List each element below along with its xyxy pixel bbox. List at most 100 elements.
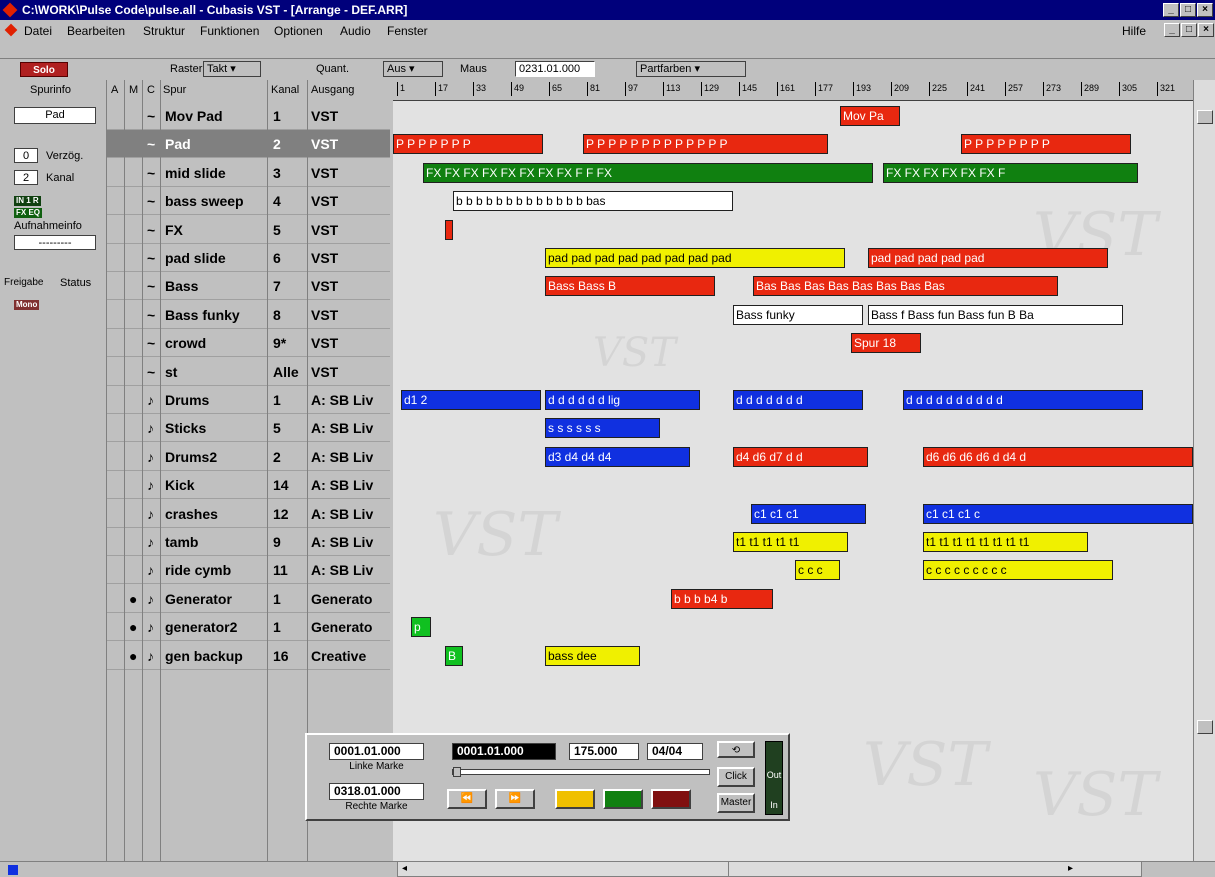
arrange-part[interactable]: Mov Pa bbox=[840, 106, 900, 126]
arrange-part[interactable]: Spur 18 bbox=[851, 333, 921, 354]
track-row[interactable]: ● ♪ Generator 1 Generato bbox=[107, 585, 390, 613]
arrange-part[interactable]: d1 2 bbox=[401, 390, 541, 410]
track-row[interactable]: ♪ ride cymb 11 A: SB Liv bbox=[107, 556, 390, 585]
scroll-right-arrow-icon[interactable]: ▸ bbox=[1068, 863, 1073, 874]
click-button[interactable]: Click bbox=[717, 767, 755, 787]
track-row[interactable]: ♪ crashes 12 A: SB Liv bbox=[107, 500, 390, 528]
arrange-part[interactable]: d6 d6 d6 d6 d d4 d bbox=[923, 446, 1193, 467]
track-row[interactable]: ~ Pad 2 VST bbox=[107, 130, 390, 159]
doc-close-button[interactable]: × bbox=[1198, 23, 1214, 37]
menu-datei[interactable]: Datei bbox=[24, 24, 52, 38]
arrange-part[interactable]: pad pad pad pad pad bbox=[868, 248, 1108, 268]
arrange-part[interactable]: bass dee bbox=[545, 645, 640, 666]
track-row[interactable]: ♪ Sticks 5 A: SB Liv bbox=[107, 414, 390, 443]
arrange-part[interactable]: B bbox=[445, 645, 463, 666]
arrange-part[interactable]: FX FX FX FX FX FX FX FX F F FX bbox=[423, 162, 873, 183]
document-icon[interactable] bbox=[4, 23, 18, 37]
track-row[interactable]: ♪ Drums 1 A: SB Liv bbox=[107, 386, 390, 414]
arrange-part[interactable]: t1 t1 t1 t1 t1 t1 t1 t1 bbox=[923, 532, 1088, 552]
delay-field[interactable]: 0 bbox=[14, 148, 38, 163]
arrange-part[interactable]: s s s s s s bbox=[545, 418, 660, 439]
position-slider[interactable] bbox=[452, 767, 710, 777]
scroll-up-button[interactable] bbox=[1197, 110, 1213, 124]
maximize-button[interactable]: □ bbox=[1180, 3, 1196, 17]
arrange-part[interactable]: Bass f Bass fun Bass fun B Ba bbox=[868, 304, 1123, 325]
arrange-part[interactable]: p bbox=[411, 617, 431, 638]
menu-funktionen[interactable]: Funktionen bbox=[200, 24, 259, 38]
arrange-part[interactable]: pad pad pad pad pad pad pad pad bbox=[545, 248, 845, 268]
record-info-field[interactable]: --------- bbox=[14, 235, 96, 250]
track-row[interactable]: ~ crowd 9* VST bbox=[107, 329, 390, 358]
horizontal-scrollbar[interactable]: ◂ ▸ bbox=[397, 861, 1142, 877]
track-row[interactable]: ~ Mov Pad 1 VST bbox=[107, 102, 390, 130]
timeline-ruler[interactable]: 1 17 33 49 65 81 97 113 129 145 161 177 193 209 225 241… bbox=[393, 80, 1193, 101]
track-row[interactable]: ~ mid slide 3 VST bbox=[107, 159, 390, 187]
arrange-part[interactable]: c c c c c c c c c bbox=[923, 560, 1113, 581]
menu-fenster[interactable]: Fenster bbox=[387, 24, 428, 38]
tempo-field[interactable]: 175.000 bbox=[569, 743, 639, 760]
arrange-part[interactable]: FX FX FX FX FX FX F bbox=[883, 162, 1138, 183]
fx-tag[interactable]: FX EQ bbox=[14, 208, 43, 218]
arrange-part[interactable]: c1 c1 c1 c bbox=[923, 503, 1193, 524]
doc-minimize-button[interactable]: _ bbox=[1164, 23, 1180, 37]
arrange-part[interactable]: P P P P P P P P bbox=[961, 134, 1131, 155]
record-button[interactable] bbox=[651, 789, 691, 809]
track-row[interactable]: ♪ Kick 14 A: SB Liv bbox=[107, 471, 390, 500]
menu-hilfe[interactable]: Hilfe bbox=[1122, 24, 1146, 38]
arrange-part[interactable]: d d d d d d d d d d bbox=[903, 390, 1143, 410]
track-row[interactable]: ~ FX 5 VST bbox=[107, 216, 390, 244]
scroll-left-arrow-icon[interactable]: ◂ bbox=[402, 863, 407, 874]
scroll-down-button[interactable] bbox=[1197, 720, 1213, 734]
rewind-button[interactable]: ⏪ bbox=[447, 789, 487, 809]
position-slider-thumb[interactable] bbox=[453, 767, 461, 777]
song-position[interactable]: 0001.01.000 bbox=[452, 743, 556, 760]
close-button[interactable]: × bbox=[1197, 3, 1213, 17]
menu-struktur[interactable]: Struktur bbox=[143, 24, 185, 38]
raster-select[interactable]: Takt ▾ bbox=[203, 61, 261, 77]
track-row[interactable]: ♪ Drums2 2 A: SB Liv bbox=[107, 443, 390, 471]
play-button[interactable] bbox=[603, 789, 643, 809]
cycle-button[interactable]: ⟲ bbox=[717, 741, 755, 758]
arrange-part[interactable]: b b b b4 b bbox=[671, 588, 773, 609]
menu-bearbeiten[interactable]: Bearbeiten bbox=[67, 24, 125, 38]
arrange-part[interactable]: d4 d6 d7 d d bbox=[733, 446, 868, 467]
track-row[interactable]: ~ st Alle VST bbox=[107, 358, 390, 386]
track-row[interactable]: ♪ tamb 9 A: SB Liv bbox=[107, 528, 390, 556]
arrange-part[interactable]: t1 t1 t1 t1 t1 bbox=[733, 532, 848, 552]
menu-audio[interactable]: Audio bbox=[340, 24, 371, 38]
arrange-part[interactable]: P P P P P P P P P P P P P bbox=[583, 134, 828, 155]
vertical-scrollbar[interactable] bbox=[1193, 80, 1215, 865]
arrange-part[interactable]: d d d d d d lig bbox=[545, 390, 700, 410]
menu-optionen[interactable]: Optionen bbox=[274, 24, 323, 38]
track-row[interactable]: ~ pad slide 6 VST bbox=[107, 244, 390, 272]
color-select[interactable]: Partfarben ▾ bbox=[636, 61, 746, 77]
input-tag[interactable]: IN 1 R bbox=[14, 196, 41, 206]
arrange-part[interactable]: Bass Bass B bbox=[545, 276, 715, 297]
channel-field[interactable]: 2 bbox=[14, 170, 38, 185]
track-row[interactable]: ~ Bass 7 VST bbox=[107, 272, 390, 301]
track-row[interactable]: ● ♪ gen backup 16 Creative bbox=[107, 642, 390, 670]
arrange-part[interactable]: d d d d d d d bbox=[733, 390, 863, 410]
minimize-button[interactable]: _ bbox=[1163, 3, 1179, 17]
solo-button[interactable]: Solo bbox=[20, 62, 68, 77]
arrange-part[interactable]: c1 c1 c1 bbox=[751, 503, 866, 524]
signature-field[interactable]: 04/04 bbox=[647, 743, 703, 760]
right-locator[interactable]: 0318.01.000 bbox=[329, 783, 424, 800]
arrange-part[interactable]: c c c bbox=[795, 560, 840, 581]
arrange-part[interactable]: b b b b b b b b b b b b b bas bbox=[453, 191, 733, 212]
arrange-part[interactable]: d3 d4 d4 d4 bbox=[545, 446, 690, 467]
left-locator[interactable]: 0001.01.000 bbox=[329, 743, 424, 760]
inspector-track-name[interactable]: Pad bbox=[14, 107, 96, 124]
stop-button[interactable] bbox=[555, 789, 595, 809]
mono-tag[interactable]: Mono bbox=[14, 300, 40, 310]
track-row[interactable]: ~ bass sweep 4 VST bbox=[107, 187, 390, 216]
master-button[interactable]: Master bbox=[717, 793, 755, 813]
arrange-part[interactable]: Bass funky bbox=[733, 304, 863, 325]
doc-restore-button[interactable]: □ bbox=[1181, 23, 1197, 37]
quant-select[interactable]: Aus ▾ bbox=[383, 61, 443, 77]
fast-forward-button[interactable]: ⏩ bbox=[495, 789, 535, 809]
track-row[interactable]: ● ♪ generator2 1 Generato bbox=[107, 613, 390, 642]
arrange-part[interactable] bbox=[445, 219, 453, 240]
arrange-part[interactable]: P P P P P P P bbox=[393, 134, 543, 155]
arrange-part[interactable]: Bas Bas Bas Bas Bas Bas Bas Bas bbox=[753, 276, 1058, 297]
